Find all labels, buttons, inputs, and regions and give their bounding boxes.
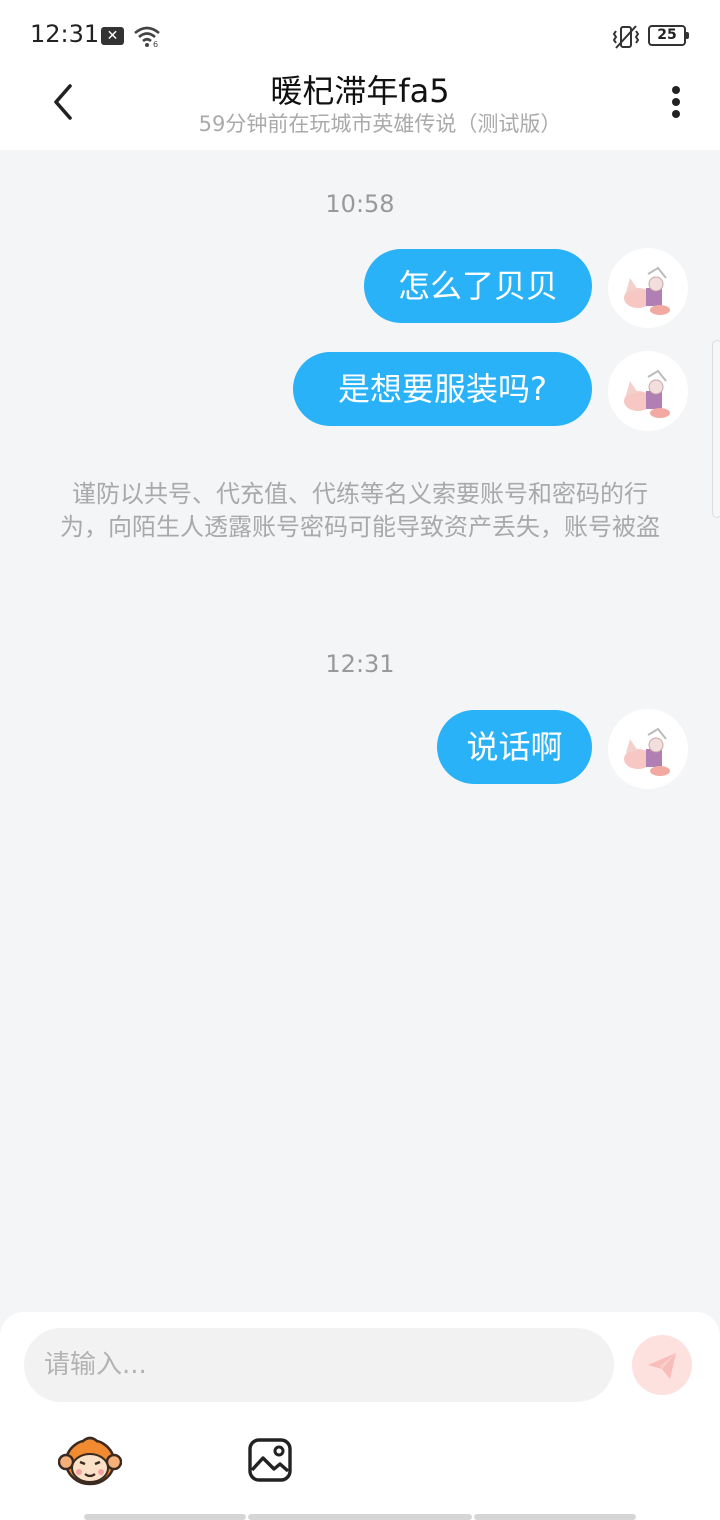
svg-text:6: 6	[153, 40, 158, 48]
vibrate-icon	[612, 25, 640, 49]
status-bar: 12:31 ✕ 6 25	[0, 0, 720, 72]
emoji-button[interactable]	[57, 1432, 123, 1488]
avatar-illustration-icon	[624, 369, 670, 418]
notification-x-icon: ✕	[101, 27, 124, 45]
message-input[interactable]	[24, 1328, 614, 1402]
send-button[interactable]	[632, 1335, 692, 1395]
user-avatar[interactable]	[608, 248, 688, 328]
message-bubble[interactable]: 是想要服装吗?	[293, 352, 592, 426]
avatar-illustration-icon	[624, 266, 670, 315]
avatar-illustration-icon	[624, 727, 670, 776]
send-paper-plane-icon	[648, 1353, 676, 1379]
message-bubble[interactable]: 怎么了贝贝	[364, 249, 592, 323]
wifi-icon: 6	[134, 26, 160, 48]
security-warning: 谨防以共号、代充值、代练等名义索要账号和密码的行为，向陌生人透露账号密码可能导致…	[60, 480, 660, 541]
more-options-icon[interactable]	[660, 80, 692, 124]
message-composer	[0, 1312, 720, 1520]
user-avatar[interactable]	[608, 709, 688, 789]
chat-subtitle: 59分钟前在玩城市英雄传说（测试版）	[198, 112, 562, 136]
chat-header: 暖杞滞年fa5 59分钟前在玩城市英雄传说（测试版）	[0, 72, 720, 150]
monkey-face-icon	[57, 1436, 123, 1486]
chat-title: 暖杞滞年fa5	[270, 72, 450, 110]
status-time: 12:31	[30, 20, 100, 48]
gesture-bar	[248, 1514, 472, 1520]
message-timestamp: 12:31	[325, 650, 395, 678]
message-timestamp: 10:58	[325, 190, 395, 218]
battery-icon: 25	[648, 25, 689, 46]
image-picker-icon[interactable]	[246, 1436, 294, 1484]
gesture-bar	[474, 1514, 636, 1520]
user-avatar[interactable]	[608, 351, 688, 431]
edge-scroll-handle[interactable]	[712, 340, 720, 518]
gesture-bar	[84, 1514, 246, 1520]
message-bubble[interactable]: 说话啊	[437, 710, 592, 784]
